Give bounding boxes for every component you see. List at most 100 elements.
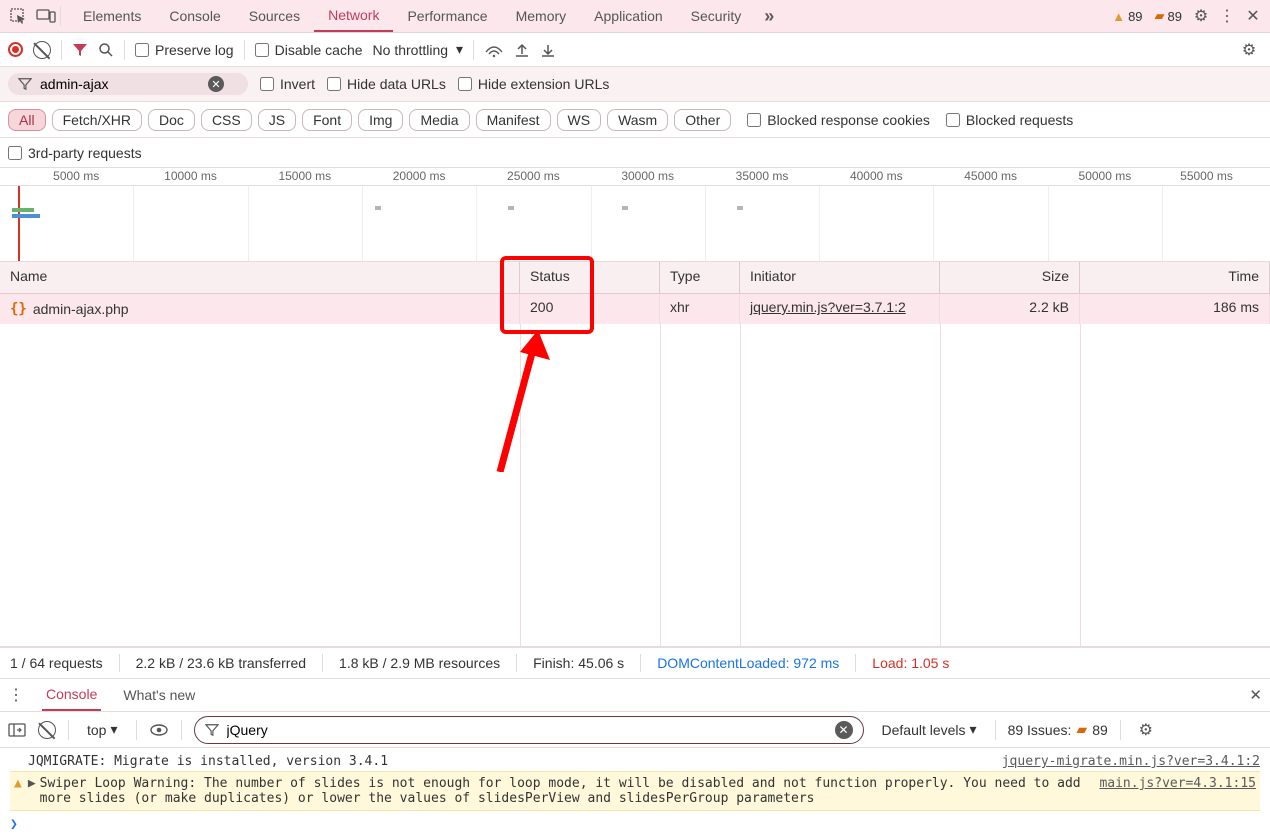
issues-link[interactable]: 89 Issues: ▰ 89: [1008, 721, 1108, 738]
console-sidebar-toggle-icon[interactable]: [8, 722, 26, 738]
inspect-icon[interactable]: [4, 2, 32, 30]
chip-ws[interactable]: WS: [557, 109, 602, 131]
clear-console-filter-icon[interactable]: ✕: [835, 721, 853, 739]
col-name[interactable]: Name: [0, 262, 520, 293]
tab-memory[interactable]: Memory: [502, 1, 581, 31]
tab-elements[interactable]: Elements: [69, 1, 155, 31]
chip-doc[interactable]: Doc: [148, 109, 195, 131]
console-filter[interactable]: ✕: [194, 716, 864, 744]
device-toggle-icon[interactable]: [32, 2, 60, 30]
console-settings-icon[interactable]: ⚙: [1133, 720, 1159, 740]
cell-size: 2.2 kB: [940, 294, 1080, 324]
chip-other[interactable]: Other: [674, 109, 731, 131]
tab-security[interactable]: Security: [677, 1, 756, 31]
log-source-link[interactable]: jquery-migrate.min.js?ver=3.4.1:2: [1002, 754, 1260, 769]
filter-toggle-icon[interactable]: [72, 42, 88, 58]
issues-badge[interactable]: ▰ 89: [1155, 8, 1182, 24]
close-drawer-icon[interactable]: ✕: [1249, 686, 1262, 704]
download-har-icon[interactable]: [540, 42, 556, 58]
filter-input-wrap[interactable]: ✕: [8, 73, 248, 95]
chip-wasm[interactable]: Wasm: [607, 109, 668, 131]
invert-checkbox[interactable]: Invert: [260, 76, 315, 92]
kebab-menu-icon[interactable]: ⋮: [1214, 6, 1240, 26]
hide-ext-urls-input[interactable]: [458, 77, 472, 91]
blocked-cookies-input[interactable]: [747, 113, 761, 127]
chip-css[interactable]: CSS: [201, 109, 252, 131]
blocked-cookies-checkbox[interactable]: Blocked response cookies: [747, 112, 930, 128]
network-statusbar: 1 / 64 requests 2.2 kB / 23.6 kB transfe…: [0, 647, 1270, 679]
record-button[interactable]: [8, 42, 23, 57]
blocked-requests-checkbox[interactable]: Blocked requests: [946, 112, 1073, 128]
console-warning-line[interactable]: ▲ ▶ Swiper Loop Warning: The number of s…: [10, 771, 1260, 811]
console-log-line[interactable]: JQMIGRATE: Migrate is installed, version…: [10, 752, 1260, 771]
more-tabs-icon[interactable]: »: [755, 2, 783, 30]
disable-cache-checkbox[interactable]: Disable cache: [255, 42, 363, 58]
tick: 20000 ms: [393, 169, 446, 183]
chip-media[interactable]: Media: [409, 109, 469, 131]
issues-count: 89: [1168, 9, 1182, 24]
preserve-log-input[interactable]: [135, 43, 149, 57]
console-toolbar: top ▾ ✕ Default levels ▾ 89 Issues: ▰ 89…: [0, 712, 1270, 748]
tab-application[interactable]: Application: [580, 1, 677, 31]
network-settings-icon[interactable]: ⚙: [1236, 40, 1262, 60]
chip-img[interactable]: Img: [358, 109, 403, 131]
filter-row: ✕ Invert Hide data URLs Hide extension U…: [0, 67, 1270, 102]
hide-data-urls-label: Hide data URLs: [347, 76, 446, 92]
throttling-select[interactable]: No throttling ▾: [373, 41, 464, 58]
third-party-checkbox[interactable]: 3rd-party requests: [8, 145, 142, 161]
col-size[interactable]: Size: [940, 262, 1080, 293]
settings-icon[interactable]: ⚙: [1188, 6, 1214, 26]
devtools-topbar: Elements Console Sources Network Perform…: [0, 0, 1270, 33]
invert-input[interactable]: [260, 77, 274, 91]
table-header: Name Status Type Initiator Size Time: [0, 262, 1270, 294]
tab-sources[interactable]: Sources: [235, 1, 314, 31]
close-devtools-icon[interactable]: ✕: [1240, 6, 1266, 26]
hide-data-urls-checkbox[interactable]: Hide data URLs: [327, 76, 446, 92]
disclosure-triangle-icon[interactable]: ▶: [28, 776, 36, 806]
search-icon[interactable]: [98, 42, 114, 58]
chip-font[interactable]: Font: [302, 109, 352, 131]
table-row[interactable]: {} admin-ajax.php 200 xhr jquery.min.js?…: [0, 294, 1270, 324]
divider: [124, 40, 125, 60]
log-levels-select[interactable]: Default levels ▾: [876, 719, 983, 740]
disable-cache-input[interactable]: [255, 43, 269, 57]
tab-console[interactable]: Console: [155, 1, 234, 31]
console-filter-input[interactable]: [227, 722, 827, 738]
clear-button[interactable]: [33, 41, 51, 59]
tab-performance[interactable]: Performance: [393, 1, 501, 31]
col-initiator[interactable]: Initiator: [740, 262, 940, 293]
chip-fetch-xhr[interactable]: Fetch/XHR: [52, 109, 142, 131]
chip-js[interactable]: JS: [258, 109, 296, 131]
console-prompt[interactable]: ❯: [10, 811, 1260, 832]
hide-ext-urls-checkbox[interactable]: Hide extension URLs: [458, 76, 610, 92]
console-body: JQMIGRATE: Migrate is installed, version…: [0, 748, 1270, 840]
blocked-requests-input[interactable]: [946, 113, 960, 127]
upload-har-icon[interactable]: [514, 42, 530, 58]
live-expression-icon[interactable]: [149, 723, 169, 737]
clear-filter-icon[interactable]: ✕: [208, 76, 224, 92]
drawer-tab-whatsnew[interactable]: What's new: [119, 680, 199, 710]
filter-input[interactable]: [40, 76, 200, 92]
timeline-overview[interactable]: [0, 186, 1270, 262]
col-time[interactable]: Time: [1080, 262, 1270, 293]
preserve-log-checkbox[interactable]: Preserve log: [135, 42, 234, 58]
third-party-row: 3rd-party requests: [0, 138, 1270, 168]
execution-context-select[interactable]: top ▾: [81, 719, 124, 740]
drawer-tab-console[interactable]: Console: [42, 679, 101, 711]
log-source-link[interactable]: main.js?ver=4.3.1:15: [1099, 776, 1256, 806]
levels-value: Default levels: [882, 722, 966, 738]
tab-network[interactable]: Network: [314, 0, 393, 32]
annotation-arrow-icon: [480, 322, 570, 472]
cell-type: xhr: [660, 294, 740, 324]
drawer-kebab-icon[interactable]: ⋮: [8, 685, 24, 705]
col-type[interactable]: Type: [660, 262, 740, 293]
hide-data-urls-input[interactable]: [327, 77, 341, 91]
timeline-ruler[interactable]: 5000 ms 10000 ms 15000 ms 20000 ms 25000…: [0, 168, 1270, 186]
chip-manifest[interactable]: Manifest: [476, 109, 551, 131]
network-conditions-icon[interactable]: [484, 42, 504, 58]
third-party-input[interactable]: [8, 146, 22, 160]
initiator-link[interactable]: jquery.min.js?ver=3.7.1:2: [750, 299, 906, 315]
chip-all[interactable]: All: [8, 109, 46, 131]
warnings-badge[interactable]: ▲ 89: [1112, 9, 1142, 24]
clear-console-icon[interactable]: [38, 721, 56, 739]
